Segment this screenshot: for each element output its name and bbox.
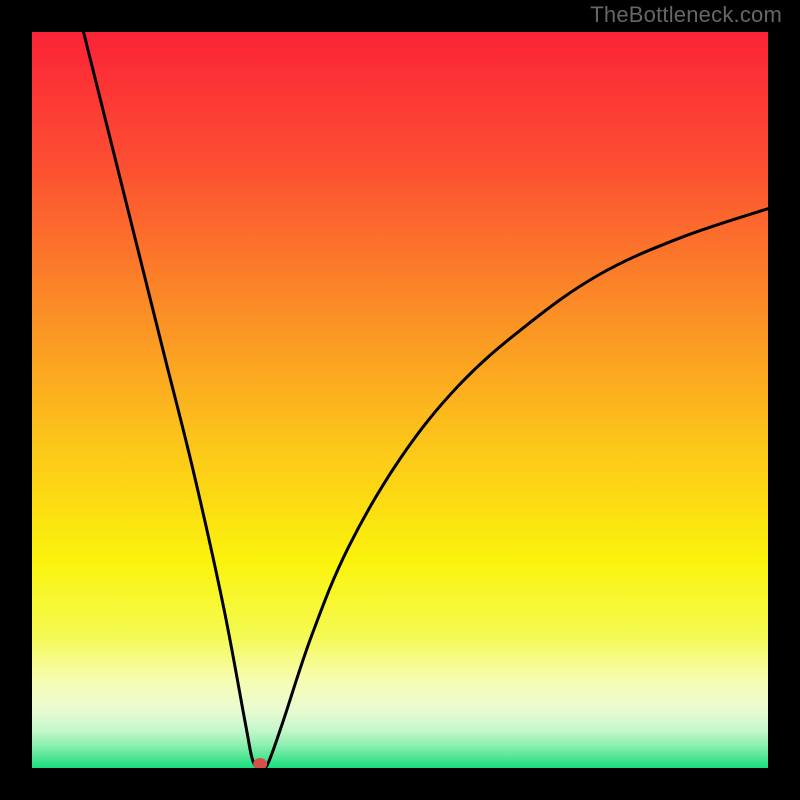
watermark-text: TheBottleneck.com (590, 2, 782, 28)
bottleneck-curve (84, 32, 768, 768)
minimum-marker (253, 758, 267, 768)
chart-container: TheBottleneck.com (0, 0, 800, 800)
chart-svg (32, 32, 768, 768)
plot-area (32, 32, 768, 768)
